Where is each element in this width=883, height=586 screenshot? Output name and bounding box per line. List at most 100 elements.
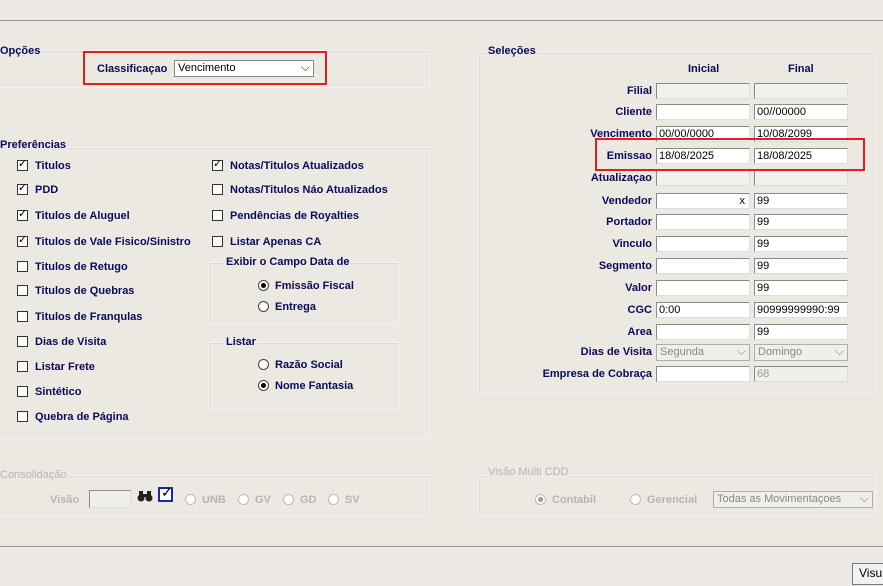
consolidacao-radio[interactable] xyxy=(185,494,196,505)
selecao-inicial-input[interactable]: x xyxy=(656,193,750,209)
listar-title: Listar xyxy=(224,336,258,348)
selecao-final-input[interactable]: 99 xyxy=(754,258,848,274)
movimentacoes-select[interactable]: Todas as Movimentaçoes ⌵ xyxy=(713,491,873,508)
listar-group xyxy=(208,342,400,410)
selecao-inicial-input[interactable] xyxy=(656,280,750,296)
pref-label: Dias de Visita xyxy=(35,336,107,348)
selecao-inicial-input[interactable]: 0:00 xyxy=(656,302,750,318)
pref-checkbox[interactable] xyxy=(17,336,28,347)
pref-checkbox[interactable] xyxy=(17,411,28,422)
selecoes-title: Seleções xyxy=(486,45,538,57)
consolidacao-option-label: SV xyxy=(345,494,360,506)
chevron-down-icon: ⌵ xyxy=(859,491,869,505)
selecao-final-input[interactable]: 68 xyxy=(754,366,848,382)
check-icon: ✓ xyxy=(18,182,28,194)
col-inicial-header: Inicial xyxy=(688,63,720,75)
pref-label: Titulos de Aluguel xyxy=(35,210,130,222)
preferencias-title: Preferências xyxy=(0,139,69,151)
movimentacoes-value: Todas as Movimentaçoes xyxy=(717,493,842,505)
consolidacao-radio[interactable] xyxy=(328,494,339,505)
selecao-inicial-input[interactable] xyxy=(656,366,750,382)
pref-checkbox[interactable]: ✓ xyxy=(17,182,28,195)
selecao-final-input[interactable]: 99 xyxy=(754,214,848,230)
selecao-final-input[interactable]: 99 xyxy=(754,193,848,209)
pref-checkbox[interactable]: ✓ xyxy=(17,234,28,247)
consolidacao-option-label: GD xyxy=(300,494,317,506)
exibir-group xyxy=(208,262,400,324)
radio-label: Nome Fantasia xyxy=(275,380,354,392)
check-icon: ✓ xyxy=(18,208,28,220)
pref-label: Pendências de Royalties xyxy=(230,210,359,222)
selecao-final-input[interactable] xyxy=(754,83,848,99)
bottom-bar xyxy=(0,546,883,586)
pref-label: Listar Apenas CA xyxy=(230,236,322,248)
consolidacao-checkbox[interactable]: ✓ xyxy=(158,484,173,502)
radio-label: Fmissão Fiscal xyxy=(275,280,354,292)
selecao-label: Area xyxy=(627,326,652,338)
pref-label: Titulos de Retugo xyxy=(35,261,128,273)
pref-checkbox[interactable] xyxy=(17,311,28,322)
pref-checkbox[interactable]: ✓ xyxy=(212,158,223,171)
binoculars-icon[interactable] xyxy=(137,489,153,506)
consolidacao-title: Consolidação xyxy=(0,469,69,481)
selecao-final-input[interactable]: 90999999990:99 xyxy=(754,302,848,318)
pref-checkbox[interactable] xyxy=(17,285,28,296)
selecao-inicial-input[interactable] xyxy=(656,214,750,230)
top-toolbar xyxy=(0,0,883,21)
selecao-label: Vendedor xyxy=(601,195,652,207)
pref-label: Titulos de Quebras xyxy=(35,285,135,297)
pref-label: Titulos xyxy=(35,160,71,172)
pref-checkbox[interactable] xyxy=(17,261,28,272)
radio-label: Razão Social xyxy=(275,359,343,371)
pref-checkbox[interactable]: ✓ xyxy=(17,208,28,221)
selecao-inicial-input[interactable] xyxy=(656,324,750,340)
visao-multi-radio[interactable] xyxy=(535,494,546,505)
chevron-down-icon: ⌵ xyxy=(736,344,746,358)
selecao-label: Atualizaçao xyxy=(590,172,652,184)
pref-checkbox[interactable] xyxy=(17,386,28,397)
highlight-classificacao xyxy=(83,51,327,85)
radio-dot xyxy=(538,497,543,502)
selecao-inicial-input[interactable] xyxy=(656,83,750,99)
pref-label: Sintético xyxy=(35,386,82,398)
selecao-inicial-input[interactable] xyxy=(656,104,750,120)
selecao-final-input[interactable]: 99 xyxy=(754,236,848,252)
visao-input[interactable] xyxy=(89,490,131,508)
selecao-label: CGC xyxy=(627,304,652,316)
pref-checkbox[interactable] xyxy=(212,236,223,247)
selecao-inicial-input[interactable] xyxy=(656,236,750,252)
select-value: Domingo xyxy=(758,346,803,358)
selecao-label: Cliente xyxy=(615,106,652,118)
check-icon: ✓ xyxy=(161,484,173,500)
visao-label: Visão xyxy=(50,494,80,506)
selecao-final-input[interactable]: 00//00000 xyxy=(754,104,848,120)
consolidacao-radio[interactable] xyxy=(283,494,294,505)
selecao-label: Vinculo xyxy=(612,238,652,250)
pref-checkbox[interactable] xyxy=(212,184,223,195)
radio-button[interactable] xyxy=(258,301,269,312)
consolidacao-radio[interactable] xyxy=(238,494,249,505)
selecao-label: Valor xyxy=(625,282,652,294)
selecao-inicial-input[interactable] xyxy=(656,258,750,274)
dias-visita-inicial-select[interactable]: Segunda ⌵ xyxy=(656,344,750,361)
radio-button[interactable] xyxy=(258,359,269,370)
selecao-label: Segmento xyxy=(598,260,652,272)
visualizar-button[interactable]: Visu xyxy=(852,563,883,585)
check-icon: ✓ xyxy=(18,234,28,246)
selecao-inicial-input[interactable] xyxy=(656,170,750,186)
radio-button[interactable] xyxy=(258,280,269,291)
col-final-header: Final xyxy=(788,63,814,75)
radio-button[interactable] xyxy=(258,380,269,391)
opcoes-title: Opções xyxy=(0,45,43,57)
visao-multi-radio[interactable] xyxy=(630,494,641,505)
selecao-label: Dias de Visita xyxy=(580,346,652,358)
pref-checkbox[interactable] xyxy=(212,210,223,221)
pref-checkbox[interactable] xyxy=(17,361,28,372)
pref-checkbox[interactable]: ✓ xyxy=(17,158,28,171)
dias-visita-final-select[interactable]: Domingo ⌵ xyxy=(754,344,848,361)
radio-dot xyxy=(261,383,266,388)
selecao-final-input[interactable]: 99 xyxy=(754,324,848,340)
pref-label: Notas/Titulos Náo Atualizados xyxy=(230,184,388,196)
selecao-final-input[interactable]: 99 xyxy=(754,280,848,296)
selecao-final-input[interactable] xyxy=(754,170,848,186)
